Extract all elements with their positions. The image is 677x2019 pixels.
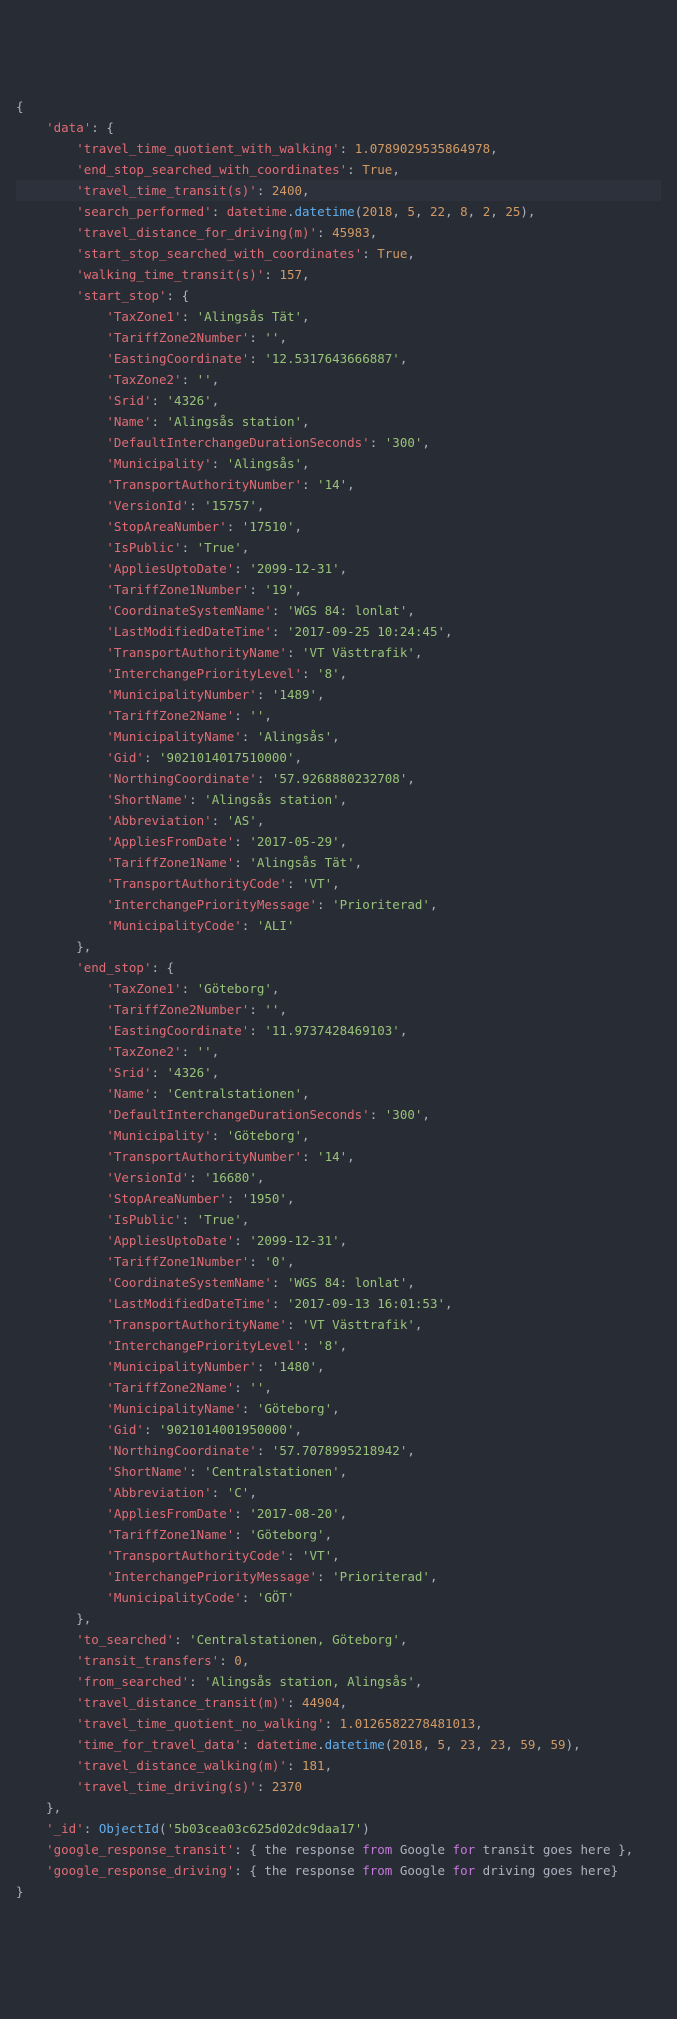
code-line: 'InterchangePriorityLevel': '8', — [16, 663, 661, 684]
code-line: 'from_searched': 'Alingsås station, Alin… — [16, 1671, 661, 1692]
code-line: 'TransportAuthorityCode': 'VT', — [16, 1545, 661, 1566]
code-line: 'google_response_transit': { the respons… — [16, 1839, 661, 1860]
code-line: 'Abbreviation': 'AS', — [16, 810, 661, 831]
code-line: 'TariffZone2Name': '', — [16, 1377, 661, 1398]
code-line: 'google_response_driving': { the respons… — [16, 1860, 661, 1881]
code-block[interactable]: { 'data': { 'travel_time_quotient_with_w… — [16, 96, 661, 1902]
code-line: 'Gid': '9021014017510000', — [16, 747, 661, 768]
code-line: 'search_performed': datetime.datetime(20… — [16, 201, 661, 222]
code-line: 'Name': 'Centralstationen', — [16, 1083, 661, 1104]
code-line: 'InterchangePriorityMessage': 'Prioriter… — [16, 1566, 661, 1587]
code-line: 'travel_time_transit(s)': 2400, — [16, 180, 661, 201]
code-line: 'AppliesUptoDate': '2099-12-31', — [16, 1230, 661, 1251]
code-line: 'Srid': '4326', — [16, 1062, 661, 1083]
code-line: 'travel_time_quotient_with_walking': 1.0… — [16, 138, 661, 159]
code-line: 'Gid': '9021014001950000', — [16, 1419, 661, 1440]
code-line: 'TransportAuthorityNumber': '14', — [16, 1146, 661, 1167]
code-line: 'travel_distance_transit(m)': 44904, — [16, 1692, 661, 1713]
code-line: 'start_stop': { — [16, 285, 661, 306]
code-line: 'TariffZone1Name': 'Göteborg', — [16, 1524, 661, 1545]
code-line: 'InterchangePriorityMessage': 'Prioriter… — [16, 894, 661, 915]
code-line: 'TransportAuthorityNumber': '14', — [16, 474, 661, 495]
code-line: 'NorthingCoordinate': '57.9268880232708'… — [16, 768, 661, 789]
code-line: 'to_searched': 'Centralstationen, Götebo… — [16, 1629, 661, 1650]
code-line: 'IsPublic': 'True', — [16, 1209, 661, 1230]
code-line: 'LastModifiedDateTime': '2017-09-25 10:2… — [16, 621, 661, 642]
code-line: 'MunicipalityCode': 'GÖT' — [16, 1587, 661, 1608]
code-line: 'Abbreviation': 'C', — [16, 1482, 661, 1503]
code-line: 'TransportAuthorityName': 'VT Västtrafik… — [16, 642, 661, 663]
code-line: 'TariffZone2Number': '', — [16, 999, 661, 1020]
code-line: 'MunicipalityName': 'Alingsås', — [16, 726, 661, 747]
code-line: 'VersionId': '16680', — [16, 1167, 661, 1188]
code-line: 'TaxZone2': '', — [16, 369, 661, 390]
code-line: 'walking_time_transit(s)': 157, — [16, 264, 661, 285]
code-line: { — [16, 96, 661, 117]
code-line: 'time_for_travel_data': datetime.datetim… — [16, 1734, 661, 1755]
code-line: '_id': ObjectId('5b03cea03c625d02dc9daa1… — [16, 1818, 661, 1839]
code-line: 'travel_distance_for_driving(m)': 45983, — [16, 222, 661, 243]
code-line: 'data': { — [16, 117, 661, 138]
code-line: 'end_stop_searched_with_coordinates': Tr… — [16, 159, 661, 180]
code-line: 'travel_time_quotient_no_walking': 1.012… — [16, 1713, 661, 1734]
code-line: 'VersionId': '15757', — [16, 495, 661, 516]
code-line: 'Name': 'Alingsås station', — [16, 411, 661, 432]
code-line: 'end_stop': { — [16, 957, 661, 978]
code-line: 'EastingCoordinate': '11.9737428469103', — [16, 1020, 661, 1041]
code-line: 'MunicipalityNumber': '1480', — [16, 1356, 661, 1377]
code-line: 'TransportAuthorityCode': 'VT', — [16, 873, 661, 894]
code-line: 'StopAreaNumber': '1950', — [16, 1188, 661, 1209]
code-line: 'transit_transfers': 0, — [16, 1650, 661, 1671]
code-line: 'NorthingCoordinate': '57.7078995218942'… — [16, 1440, 661, 1461]
code-line: 'DefaultInterchangeDurationSeconds': '30… — [16, 1104, 661, 1125]
code-line: 'IsPublic': 'True', — [16, 537, 661, 558]
code-line: 'DefaultInterchangeDurationSeconds': '30… — [16, 432, 661, 453]
code-line: 'TaxZone1': 'Göteborg', — [16, 978, 661, 999]
code-line: 'Municipality': 'Alingsås', — [16, 453, 661, 474]
code-line: 'LastModifiedDateTime': '2017-09-13 16:0… — [16, 1293, 661, 1314]
code-line: 'TariffZone1Number': '0', — [16, 1251, 661, 1272]
code-line: 'CoordinateSystemName': 'WGS 84: lonlat'… — [16, 1272, 661, 1293]
code-line: }, — [16, 936, 661, 957]
code-line: 'TaxZone1': 'Alingsås Tät', — [16, 306, 661, 327]
code-line: 'StopAreaNumber': '17510', — [16, 516, 661, 537]
code-line: 'ShortName': 'Alingsås station', — [16, 789, 661, 810]
code-line: 'MunicipalityCode': 'ALI' — [16, 915, 661, 936]
code-line: 'TariffZone2Name': '', — [16, 705, 661, 726]
code-line: 'TariffZone2Number': '', — [16, 327, 661, 348]
code-line: 'AppliesFromDate': '2017-05-29', — [16, 831, 661, 852]
code-line: 'CoordinateSystemName': 'WGS 84: lonlat'… — [16, 600, 661, 621]
code-line: 'AppliesFromDate': '2017-08-20', — [16, 1503, 661, 1524]
code-line: 'MunicipalityNumber': '1489', — [16, 684, 661, 705]
code-line: 'Municipality': 'Göteborg', — [16, 1125, 661, 1146]
code-line: } — [16, 1881, 661, 1902]
code-line: 'start_stop_searched_with_coordinates': … — [16, 243, 661, 264]
code-line: 'TariffZone1Name': 'Alingsås Tät', — [16, 852, 661, 873]
code-line: }, — [16, 1608, 661, 1629]
code-line: 'TaxZone2': '', — [16, 1041, 661, 1062]
code-line: 'InterchangePriorityLevel': '8', — [16, 1335, 661, 1356]
code-line: }, — [16, 1797, 661, 1818]
code-line: 'EastingCoordinate': '12.5317643666887', — [16, 348, 661, 369]
code-line: 'travel_time_driving(s)': 2370 — [16, 1776, 661, 1797]
code-line: 'TransportAuthorityName': 'VT Västtrafik… — [16, 1314, 661, 1335]
code-line: 'ShortName': 'Centralstationen', — [16, 1461, 661, 1482]
code-line: 'MunicipalityName': 'Göteborg', — [16, 1398, 661, 1419]
code-line: 'Srid': '4326', — [16, 390, 661, 411]
code-line: 'TariffZone1Number': '19', — [16, 579, 661, 600]
code-line: 'AppliesUptoDate': '2099-12-31', — [16, 558, 661, 579]
code-line: 'travel_distance_walking(m)': 181, — [16, 1755, 661, 1776]
